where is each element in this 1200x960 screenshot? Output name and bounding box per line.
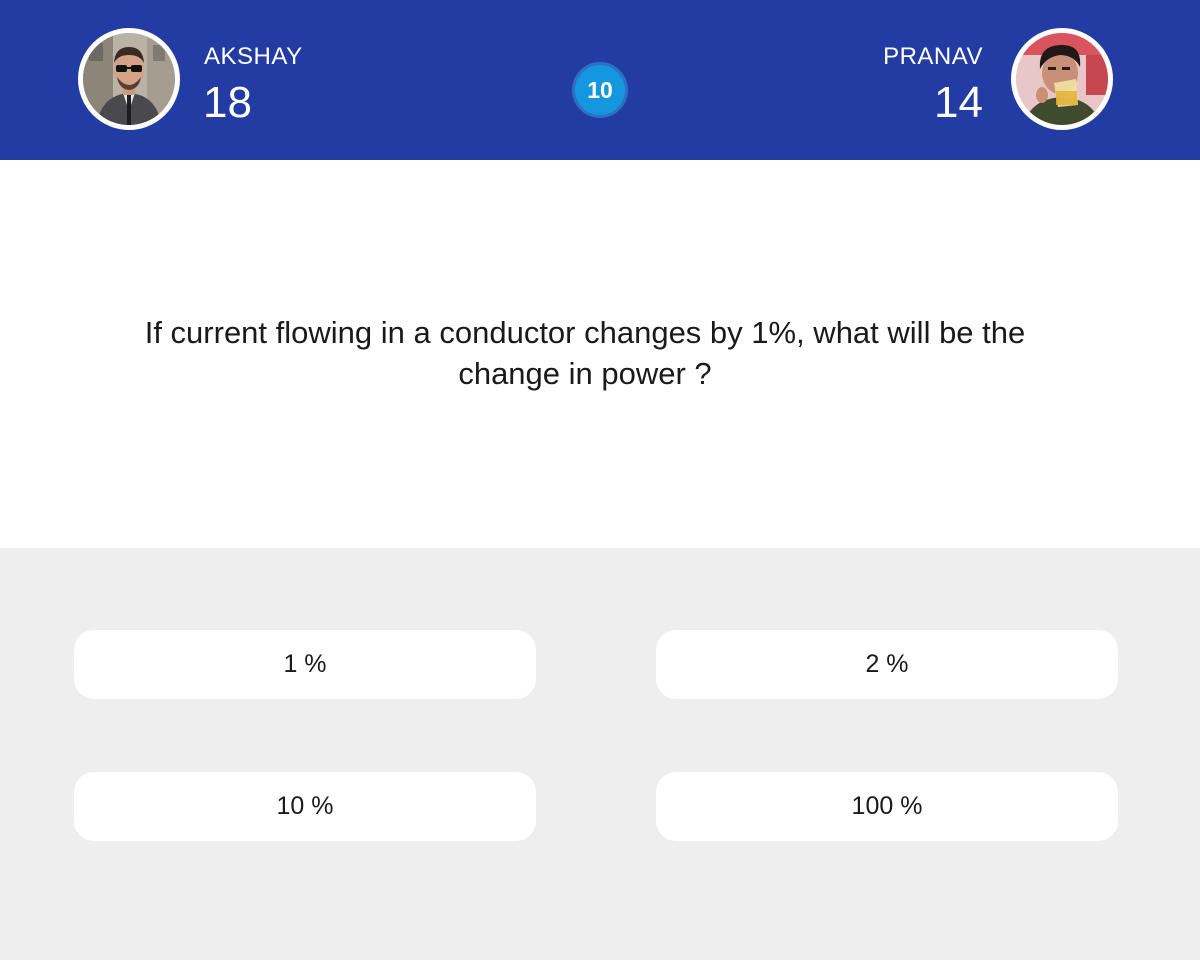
answer-option-1[interactable]: 1 % [74, 630, 536, 699]
countdown-timer: 10 [572, 62, 628, 118]
player-left-name: AKSHAY [204, 43, 303, 70]
game-header: AKSHAY 18 10 PRANAV 14 [0, 0, 1200, 160]
question-panel: If current flowing in a conductor change… [0, 160, 1200, 548]
player-right-photo [1016, 33, 1108, 125]
player-left-avatar [78, 28, 180, 130]
player-right-score: 14 [934, 78, 983, 127]
answer-option-2[interactable]: 2 % [656, 630, 1118, 699]
player-left-photo [83, 33, 175, 125]
question-text: If current flowing in a conductor change… [144, 315, 1026, 391]
player-right-avatar [1011, 28, 1113, 130]
player-right-name: PRANAV [883, 43, 983, 70]
answer-option-3[interactable]: 10 % [74, 772, 536, 841]
answers-panel: 1 % 2 % 10 % 100 % [0, 548, 1200, 960]
answer-option-4[interactable]: 100 % [656, 772, 1118, 841]
player-left-score: 18 [203, 78, 252, 127]
